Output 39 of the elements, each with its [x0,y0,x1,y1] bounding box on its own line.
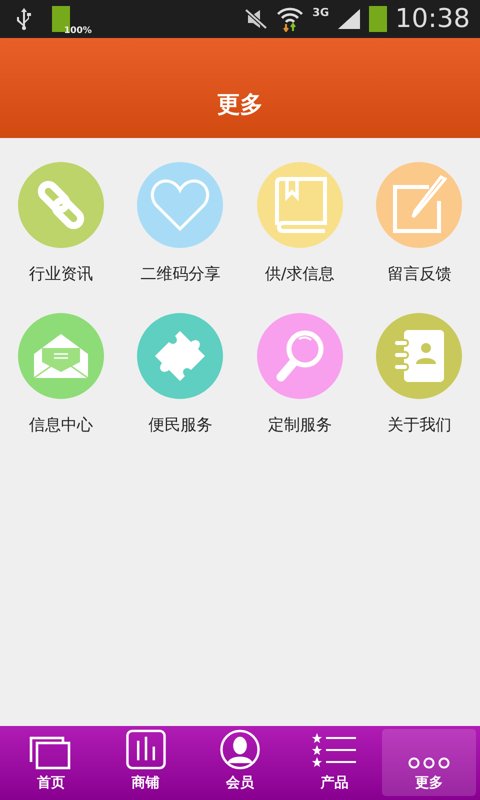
menu-item[interactable]: 便民服务 [120,313,241,436]
usb-icon [16,7,32,31]
menu-item[interactable]: 关于我们 [358,313,480,436]
menu-label: 便民服务 [148,415,212,436]
menu-label: 定制服务 [268,415,332,436]
wifi-icon [276,6,304,32]
menu-item[interactable]: 行业资讯 [0,162,122,285]
mute-icon [244,8,268,30]
menu-label: 行业资讯 [28,264,93,285]
puzzle-icon [153,329,208,383]
network-type: 3G [312,6,330,19]
menu-label: 供/求信息 [265,264,334,285]
star-list-icon [312,732,356,770]
menu-label: 二维码分享 [140,264,220,285]
more-icon [408,756,450,770]
windows-icon [29,734,74,770]
menu-item[interactable]: 信息中心 [0,313,122,436]
battery-percentage: 100% [64,26,92,36]
user-icon [219,729,262,770]
menu-label: 信息中心 [28,415,93,436]
nav-tab[interactable]: 首页 [4,729,98,796]
menu-item[interactable]: 留言反馈 [358,162,480,285]
chart-icon [124,729,167,770]
menu-item[interactable]: 定制服务 [239,313,360,436]
nav-tab[interactable]: 商铺 [98,729,193,796]
nav-tab[interactable]: 更多 [382,729,476,796]
nav-tab[interactable]: 产品 [287,729,382,796]
page-title: 更多 [217,91,263,120]
nav-tab[interactable]: 会员 [192,729,288,796]
menu-label: 关于我们 [387,415,452,436]
signal-icon [337,8,362,30]
battery-icon [369,6,388,32]
menu-item[interactable]: 供/求信息 [239,162,360,285]
menu-item[interactable]: 二维码分享 [120,162,241,285]
clock: 10:38 [395,4,470,34]
heart-icon [150,177,210,233]
address-book-icon [392,328,446,384]
menu-label: 留言反馈 [387,264,452,285]
envelope-icon [32,332,90,380]
